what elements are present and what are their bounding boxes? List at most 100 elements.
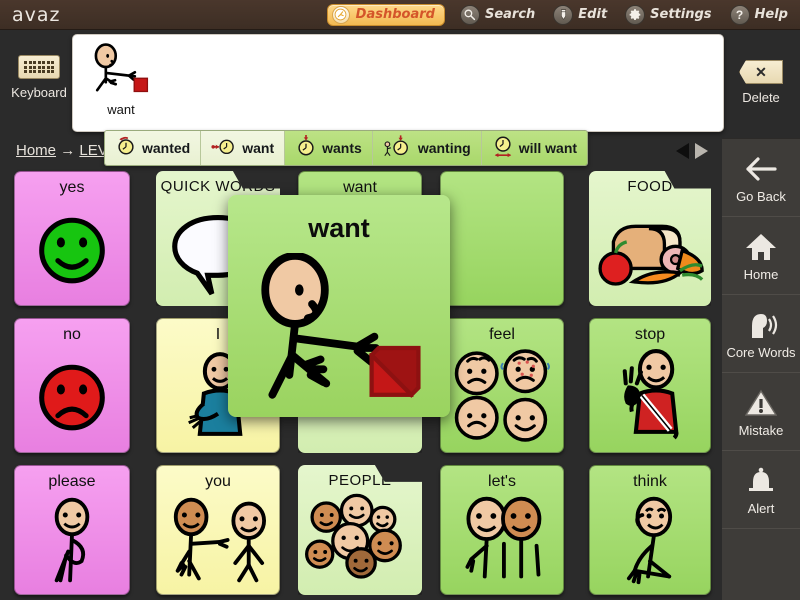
- tense-label: will want: [518, 140, 578, 156]
- delete-x-icon: ✕: [739, 60, 783, 84]
- sidebar-item-home[interactable]: Home: [722, 217, 800, 295]
- two-people-together-icon: [441, 492, 563, 588]
- home-icon: [744, 230, 778, 264]
- person-reaching-for-red-cube-icon: [238, 251, 440, 409]
- sidebar-label: Home: [743, 266, 779, 282]
- sidebar-label: Mistake: [738, 422, 784, 438]
- grid-cell-no[interactable]: no: [14, 318, 130, 453]
- top-bar: avaz Dashboard Search Edit Settings ? He…: [0, 0, 800, 30]
- grid-cell-hidden-top[interactable]: [440, 171, 564, 306]
- keyboard-label: Keyboard: [11, 85, 67, 100]
- breadcrumb-separator: →: [60, 142, 76, 159]
- clock-past-icon: [115, 135, 137, 162]
- cell-label: no: [63, 326, 81, 343]
- sentence-item-label: want: [107, 102, 135, 117]
- sentence-item[interactable]: want: [81, 39, 161, 129]
- grid-cell-please[interactable]: please: [14, 465, 130, 595]
- sidebar-label: Go Back: [736, 188, 786, 204]
- arrow-left-icon: [744, 152, 778, 186]
- cell-label: you: [205, 473, 231, 490]
- triangle-left-icon[interactable]: [676, 143, 689, 159]
- keyboard-button[interactable]: Keyboard: [6, 55, 72, 100]
- person-pointing-at-other-icon: [157, 492, 279, 588]
- grid-cell-think[interactable]: think: [589, 465, 711, 595]
- cell-label: QUICK WORDS: [160, 178, 276, 195]
- sidebar-label: Core Words: [726, 344, 796, 360]
- help-label: Help: [754, 7, 788, 22]
- sentence-bar[interactable]: want: [72, 34, 724, 132]
- tense-option-wants[interactable]: wants: [285, 131, 373, 165]
- breadcrumb[interactable]: Home → LEV: [16, 142, 108, 159]
- popup-label: want: [308, 213, 370, 243]
- triangle-right-icon[interactable]: [695, 143, 708, 159]
- cell-label: let's: [488, 473, 516, 490]
- keyboard-icon: [18, 55, 60, 79]
- sidebar-item-mistake[interactable]: Mistake: [722, 373, 800, 451]
- cell-label: FOOD: [627, 178, 673, 195]
- settings-label: Settings: [650, 7, 712, 22]
- head-speaking-icon: [744, 308, 778, 342]
- clock-future-icon: [492, 134, 514, 163]
- help-button[interactable]: ? Help: [721, 0, 800, 29]
- sidebar-label: Alert: [747, 500, 775, 516]
- selected-symbol-popup[interactable]: want: [228, 195, 450, 417]
- tense-bar[interactable]: wanted want wants wanting will want: [104, 130, 589, 166]
- grid-cell-food[interactable]: FOOD: [589, 171, 711, 306]
- grid-cell-feel[interactable]: feel: [440, 318, 564, 453]
- cell-label: feel: [489, 326, 515, 343]
- person-reaching-for-red-cube-icon: [88, 41, 154, 101]
- bell-icon: [744, 464, 778, 498]
- search-button[interactable]: Search: [451, 0, 544, 29]
- tense-option-will-want[interactable]: will want: [481, 131, 588, 165]
- search-label: Search: [484, 7, 536, 22]
- clock-third-person-icon: [295, 134, 317, 163]
- tense-label: wanting: [417, 140, 471, 156]
- green-smiley-face-icon: [15, 198, 129, 299]
- grid-cell-yes[interactable]: yes: [14, 171, 130, 306]
- app-logo: avaz: [12, 3, 61, 26]
- breadcrumb-home[interactable]: Home: [16, 142, 56, 159]
- red-sad-face-icon: [15, 345, 129, 446]
- person-raising-hand-red-shirt-icon: [590, 345, 710, 446]
- tense-option-want[interactable]: want: [201, 131, 286, 165]
- delete-label: Delete: [742, 90, 780, 105]
- sidebar-item-core-words[interactable]: Core Words: [722, 295, 800, 373]
- tense-label: wants: [322, 140, 362, 156]
- cell-label: please: [48, 473, 96, 490]
- grid-cell-lets[interactable]: let's: [440, 465, 564, 595]
- sidebar-item-alert[interactable]: Alert: [722, 451, 800, 529]
- cell-label: think: [633, 473, 667, 490]
- search-icon: [459, 4, 480, 25]
- clock-present-icon: [211, 135, 237, 162]
- dashboard-button[interactable]: Dashboard: [326, 3, 445, 26]
- person-hand-to-chin-icon: [590, 492, 710, 588]
- grid-cell-people[interactable]: PEOPLE: [298, 465, 422, 595]
- right-sidebar: Go Back Home Core Words Mistake Alert: [722, 138, 800, 600]
- grid-cell-you[interactable]: you: [156, 465, 280, 595]
- clock-progressive-icon: [383, 134, 413, 163]
- tense-option-wanted[interactable]: wanted: [105, 131, 202, 165]
- grid-cell-stop[interactable]: stop: [589, 318, 711, 453]
- gear-icon: [625, 4, 646, 25]
- question-mark-icon: ?: [729, 4, 750, 25]
- bread-ham-apple-carrot-icon: [589, 197, 711, 300]
- edit-button[interactable]: Edit: [544, 0, 616, 29]
- delete-button[interactable]: ✕ Delete: [728, 60, 794, 105]
- settings-button[interactable]: Settings: [616, 0, 720, 29]
- tense-label: wanted: [142, 140, 191, 156]
- cell-label: PEOPLE: [328, 472, 392, 489]
- group-of-faces-icon: [298, 491, 422, 589]
- dashboard-gauge-icon: [331, 5, 350, 24]
- tense-label: want: [242, 140, 275, 156]
- cell-label: stop: [634, 326, 666, 343]
- pager[interactable]: [676, 143, 708, 159]
- dashboard-label: Dashboard: [355, 7, 435, 22]
- cell-label: yes: [59, 179, 85, 196]
- pencil-icon: [553, 4, 574, 25]
- edit-label: Edit: [578, 7, 608, 22]
- sidebar-item-go-back[interactable]: Go Back: [722, 139, 800, 217]
- tense-option-wanting[interactable]: wanting: [372, 131, 482, 165]
- top-nav: Dashboard Search Edit Settings ? Help: [326, 0, 800, 29]
- warning-triangle-icon: [744, 386, 778, 420]
